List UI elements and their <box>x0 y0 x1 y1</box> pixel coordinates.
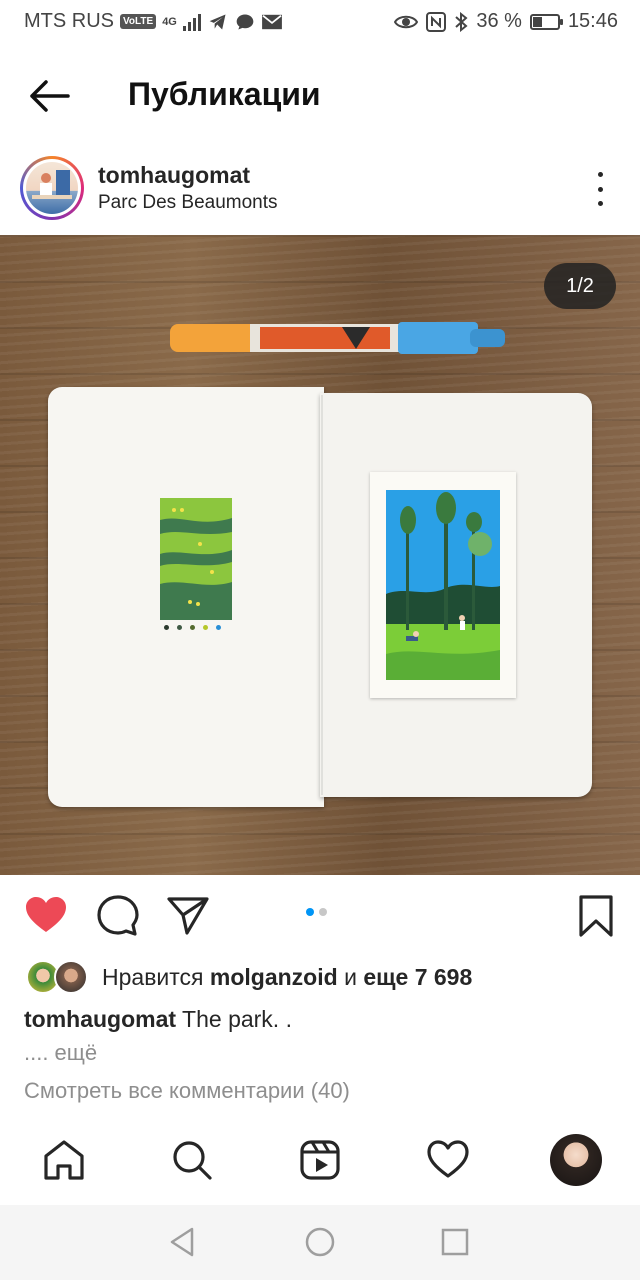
heart-filled-icon[interactable] <box>24 894 68 938</box>
caption: tomhaugomat The park. . <box>24 1006 292 1033</box>
message-icon <box>236 14 254 29</box>
telegram-icon <box>209 14 226 29</box>
search-icon[interactable] <box>170 1138 214 1182</box>
caption-text: The park. . <box>182 1006 292 1032</box>
avatar <box>54 960 88 994</box>
profile-avatar[interactable] <box>550 1134 602 1186</box>
home-icon[interactable] <box>42 1138 86 1182</box>
likes-connector: и <box>344 963 357 990</box>
back-triangle-icon[interactable] <box>166 1225 200 1259</box>
caption-more-link[interactable]: .... ещё <box>24 1040 97 1066</box>
color-swatch-painting <box>160 498 232 620</box>
post-image[interactable]: 1/2 <box>0 235 640 875</box>
carousel-dot <box>319 908 327 916</box>
bottom-navigation <box>0 1122 640 1202</box>
likes-summary[interactable]: Нравится molganzoid и еще 7 698 <box>26 960 472 994</box>
app-header: Публикации <box>0 60 640 130</box>
nfc-icon <box>426 11 447 32</box>
painting-card <box>370 472 516 698</box>
system-navigation-bar <box>0 1205 640 1280</box>
recents-square-icon[interactable] <box>438 1225 472 1259</box>
home-circle-icon[interactable] <box>303 1225 337 1259</box>
park-painting <box>386 490 500 680</box>
battery-icon <box>529 13 563 30</box>
carousel-indicator <box>306 908 327 916</box>
clock: 15:46 <box>567 10 618 32</box>
status-bar-left: MTS RUS VoLTE 4G <box>24 10 283 33</box>
heart-outline-icon[interactable] <box>426 1138 470 1182</box>
carousel-dot <box>306 908 314 916</box>
reels-icon[interactable] <box>298 1138 342 1182</box>
post-location[interactable]: Parc Des Beaumonts <box>98 192 278 214</box>
signal-icon <box>182 13 201 31</box>
paint-marker-image <box>170 322 505 354</box>
likes-more[interactable]: еще 7 698 <box>363 964 472 991</box>
bookmark-icon[interactable] <box>574 894 618 938</box>
status-bar-right: 36 % 15:46 <box>394 10 618 33</box>
page-title: Публикации <box>128 76 321 112</box>
volte-badge: VoLTE <box>120 14 157 29</box>
post-actions <box>0 890 640 940</box>
caption-username[interactable]: tomhaugomat <box>24 1006 176 1032</box>
liked-by-username[interactable]: molganzoid <box>210 964 338 991</box>
avatar-story-ring[interactable] <box>20 156 84 220</box>
image-counter-badge: 1/2 <box>544 263 616 309</box>
send-icon[interactable] <box>166 894 210 938</box>
carrier-name: MTS RUS <box>24 10 114 32</box>
bluetooth-icon <box>455 11 468 32</box>
avatar <box>26 162 78 214</box>
more-vertical-icon[interactable] <box>588 172 612 206</box>
post-header: tomhaugomat Parc Des Beaumonts <box>0 150 640 230</box>
view-all-comments-link[interactable]: Смотреть все комментарии (40) <box>24 1078 350 1104</box>
battery-percent: 36 % <box>476 10 522 32</box>
liker-avatars <box>26 960 92 994</box>
status-bar: MTS RUS VoLTE 4G 36 % 15:46 <box>0 0 640 44</box>
likes-prefix: Нравится <box>102 963 204 990</box>
color-dots <box>164 625 221 630</box>
mail-icon <box>261 14 282 29</box>
eye-icon <box>394 15 419 28</box>
arrow-left-icon[interactable] <box>24 74 76 118</box>
network-type: 4G <box>162 15 177 28</box>
comment-icon[interactable] <box>96 894 140 938</box>
post-username[interactable]: tomhaugomat <box>98 162 250 189</box>
